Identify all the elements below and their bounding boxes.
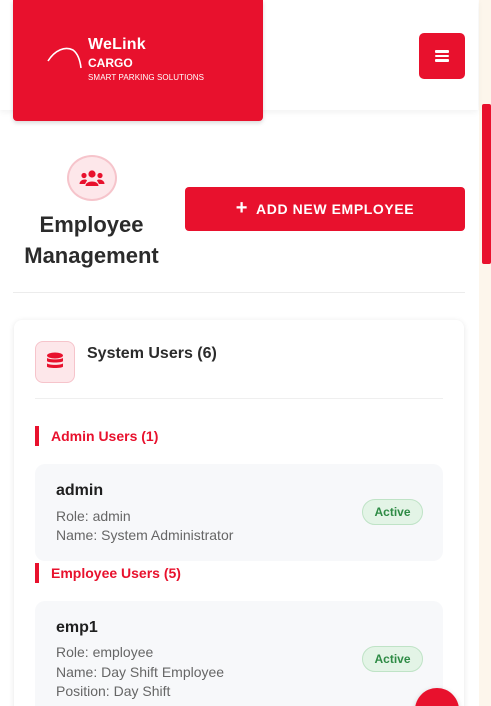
user-card-emp1[interactable]: emp1 Role: employee Name: Day Shift Empl… [35,601,443,706]
brand-logo[interactable]: WeLink CARGO SMART PARKING SOLUTIONS [13,0,263,121]
plus-icon: + [235,197,249,219]
user-username: emp1 [56,619,98,636]
database-icon [35,341,75,383]
status-badge: Active [362,646,423,672]
user-username: admin [56,482,104,499]
card-divider [35,398,443,399]
app-frame: WeLink CARGO SMART PARKING SOLUTIONS Emp… [0,0,491,706]
group-heading-admin: Admin Users (1) [35,426,158,446]
user-card-admin[interactable]: admin Role: admin Name: System Administr… [35,464,443,561]
system-users-card: System Users (6) Admin Users (1) admin R… [14,320,464,706]
page-title: Employee Management [24,212,159,268]
user-fullname: Name: Day Shift Employee [56,664,225,680]
user-position: Position: Day Shift [56,683,171,699]
menu-toggle-button[interactable] [419,33,465,79]
section-divider [13,292,465,293]
add-new-employee-label: ADD NEW EMPLOYEE [256,201,415,217]
brand-name: WeLink [88,36,146,53]
user-role: Role: employee [56,644,154,660]
brand-tagline: SMART PARKING SOLUTIONS [88,73,205,82]
brand-sub: CARGO [88,56,133,70]
users-icon [67,155,117,201]
card-title: System Users (6) [87,345,217,362]
add-new-employee-button[interactable]: + ADD NEW EMPLOYEE [185,187,465,231]
scrollbar-thumb[interactable] [482,104,491,264]
user-fullname: Name: System Administrator [56,527,234,543]
top-header: WeLink CARGO SMART PARKING SOLUTIONS [0,0,478,121]
logo-swoosh-icon [47,47,82,69]
group-heading-employees: Employee Users (5) [35,563,181,583]
user-role: Role: admin [56,508,131,524]
hamburger-icon [435,50,449,62]
status-badge: Active [362,499,423,525]
